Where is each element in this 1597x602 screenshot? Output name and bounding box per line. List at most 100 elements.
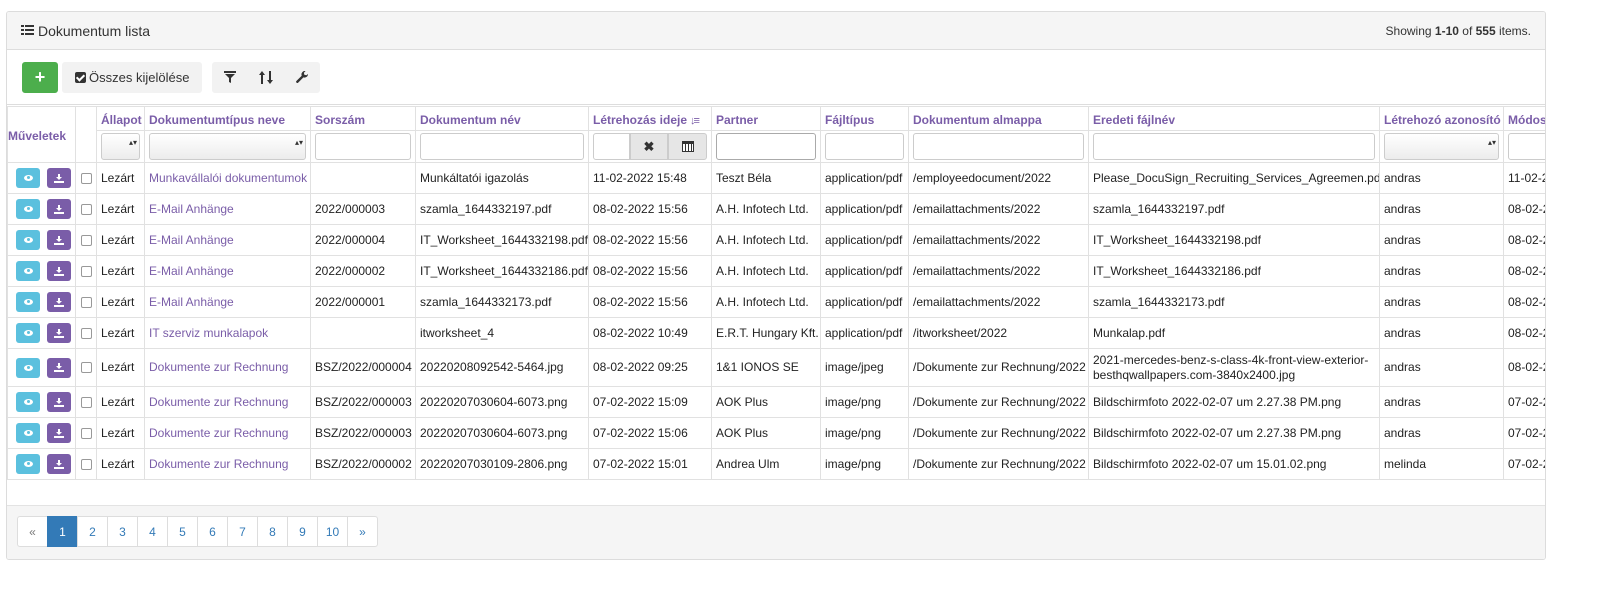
eye-icon	[23, 299, 33, 305]
page-button-7[interactable]: 7	[227, 516, 258, 547]
page-button-4[interactable]: 4	[137, 516, 168, 547]
view-button[interactable]	[16, 357, 40, 378]
download-button[interactable]	[47, 357, 71, 378]
filter-created-input[interactable]	[593, 133, 630, 160]
col-folder[interactable]: Dokumentum almappa	[908, 106, 1089, 131]
settings-button[interactable]	[284, 61, 321, 93]
cell-status: Lezárt	[96, 317, 145, 349]
add-button[interactable]: +	[22, 61, 58, 93]
filter-folder-input[interactable]	[913, 133, 1084, 160]
col-created[interactable]: Létrehozás ideje ↓≡	[588, 106, 712, 131]
row-checkbox[interactable]	[80, 204, 92, 216]
col-modified[interactable]: Módosítás ideje	[1503, 106, 1545, 131]
filter-doc-name-input[interactable]	[420, 133, 584, 160]
view-button[interactable]	[16, 261, 40, 281]
view-button[interactable]	[16, 392, 40, 412]
filter-button[interactable]	[212, 61, 249, 93]
download-button[interactable]	[47, 230, 71, 250]
date-picker-button[interactable]	[668, 133, 707, 160]
doc-type-link[interactable]: Dokumente zur Rechnung	[149, 395, 288, 409]
sort-button[interactable]	[248, 61, 285, 93]
row-checkbox[interactable]	[80, 266, 92, 278]
doc-type-link[interactable]: IT szerviz munkalapok	[149, 326, 268, 340]
view-button[interactable]	[16, 323, 40, 343]
col-original[interactable]: Eredeti fájlnév	[1088, 106, 1380, 131]
filter-file-type-input[interactable]	[825, 133, 904, 160]
date-clear-button[interactable]: ✖	[629, 133, 669, 160]
view-button[interactable]	[16, 230, 40, 250]
prev-page-button[interactable]: «	[17, 516, 48, 547]
view-button[interactable]	[16, 292, 40, 312]
row-checkbox[interactable]	[80, 328, 92, 340]
doc-type-link[interactable]: Dokumente zur Rechnung	[149, 360, 288, 374]
row-checkbox[interactable]	[80, 428, 92, 440]
row-checkbox[interactable]	[80, 235, 92, 247]
filter-creator-select[interactable]	[1384, 133, 1499, 160]
page-button-2[interactable]: 2	[77, 516, 108, 547]
filter-status-select[interactable]	[101, 133, 140, 160]
row-checkbox[interactable]	[80, 459, 92, 471]
col-serial[interactable]: Sorszám	[310, 106, 416, 131]
cell-modified: 07-02-2022	[1503, 417, 1545, 449]
cell-modified: 08-02-2022	[1503, 224, 1545, 256]
download-button[interactable]	[47, 292, 71, 312]
col-partner[interactable]: Partner	[711, 106, 821, 131]
download-button[interactable]	[47, 261, 71, 281]
next-page-button[interactable]: »	[347, 516, 378, 547]
doc-type-link[interactable]: E-Mail Anhänge	[149, 264, 234, 278]
view-button[interactable]	[16, 199, 40, 219]
cell-file-type: image/png	[820, 417, 909, 449]
doc-type-link[interactable]: Dokumente zur Rechnung	[149, 426, 288, 440]
download-icon	[54, 397, 64, 407]
download-button[interactable]	[47, 199, 71, 219]
select-all-button[interactable]: Összes kijelölése	[62, 61, 203, 93]
row-checkbox[interactable]	[80, 362, 92, 374]
filter-modified-input[interactable]	[1508, 133, 1545, 160]
cell-select	[75, 286, 97, 318]
cell-creator: melinda	[1379, 448, 1504, 480]
cell-actions	[7, 448, 76, 480]
page-button-5[interactable]: 5	[167, 516, 198, 547]
col-file-type[interactable]: Fájltípus	[820, 106, 909, 131]
row-checkbox[interactable]	[80, 173, 92, 185]
download-button[interactable]	[47, 454, 71, 474]
page-button-9[interactable]: 9	[287, 516, 318, 547]
view-button[interactable]	[16, 423, 40, 443]
doc-type-link[interactable]: Dokumente zur Rechnung	[149, 457, 288, 471]
download-button[interactable]	[47, 392, 71, 412]
filter-original-input[interactable]	[1093, 133, 1375, 160]
download-button[interactable]	[47, 423, 71, 443]
download-button[interactable]	[47, 323, 71, 343]
row-checkbox[interactable]	[80, 397, 92, 409]
cell-file-type: application/pdf	[820, 317, 909, 349]
page-button-3[interactable]: 3	[107, 516, 138, 547]
download-button[interactable]	[47, 168, 71, 188]
doc-type-link[interactable]: E-Mail Anhänge	[149, 233, 234, 247]
cell-folder: /Dokumente zur Rechnung/2022	[908, 348, 1089, 387]
col-creator[interactable]: Létrehozó azonosító	[1379, 106, 1504, 131]
col-doc-type[interactable]: Dokumentumtípus neve	[144, 106, 311, 131]
cell-original: IT_Worksheet_1644332186.pdf	[1088, 255, 1380, 287]
filter-serial-input[interactable]	[315, 133, 411, 160]
view-button[interactable]	[16, 168, 40, 188]
col-status[interactable]: Állapot	[96, 106, 145, 131]
doc-type-link[interactable]: Munkavállalói dokumentumok	[149, 171, 307, 185]
view-button[interactable]	[16, 454, 40, 474]
sort-icon	[259, 70, 274, 84]
page-button-10[interactable]: 10	[317, 516, 348, 547]
cell-select	[75, 255, 97, 287]
cell-modified: 07-02-2022	[1503, 386, 1545, 418]
filter-partner-input[interactable]	[716, 133, 816, 160]
page-button-1[interactable]: 1	[47, 516, 78, 547]
table-row: Lezárt Dokumente zur Rechnung BSZ/2022/000…	[7, 348, 1545, 387]
doc-type-link[interactable]: E-Mail Anhänge	[149, 295, 234, 309]
page-button-6[interactable]: 6	[197, 516, 228, 547]
filter-doc-type-select[interactable]	[149, 133, 306, 160]
cell-folder: /emailattachments/2022	[908, 255, 1089, 287]
download-icon	[54, 204, 64, 214]
sort-desc-icon: ↓≡	[690, 115, 700, 127]
row-checkbox[interactable]	[80, 297, 92, 309]
col-doc-name[interactable]: Dokumentum név	[415, 106, 589, 131]
page-button-8[interactable]: 8	[257, 516, 288, 547]
doc-type-link[interactable]: E-Mail Anhänge	[149, 202, 234, 216]
